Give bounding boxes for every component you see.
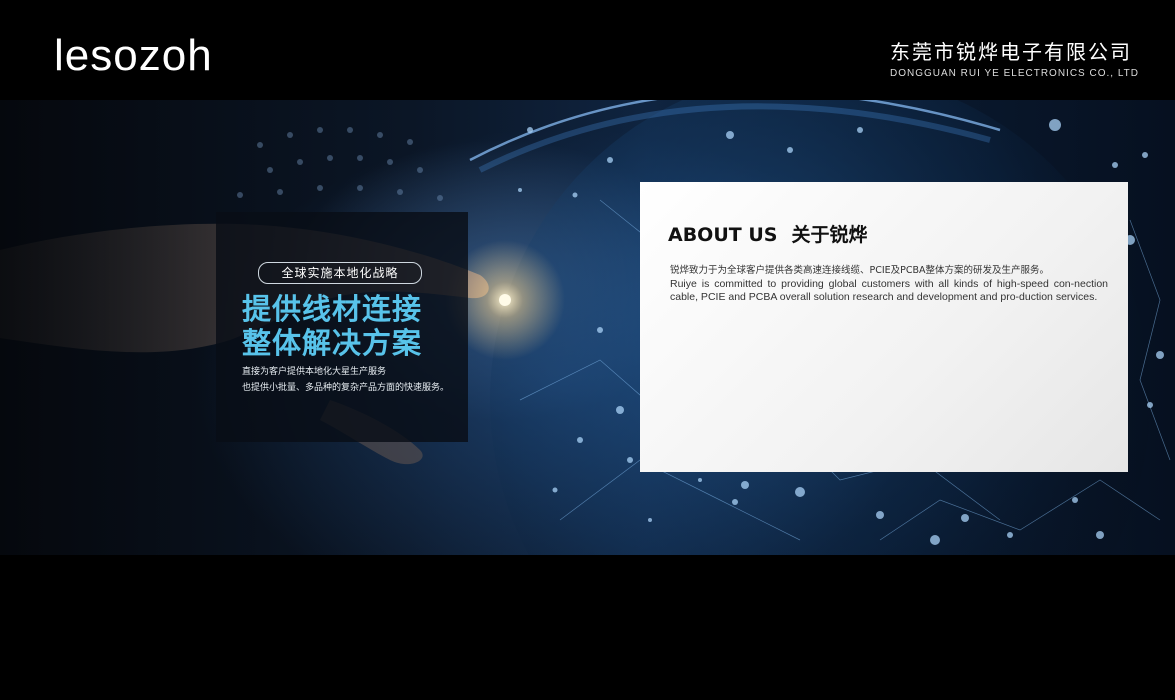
about-us-card: ABOUT US 关于锐烨 锐烨致力于为全球客户提供各类高速连接线缆、PCIE及P…	[640, 182, 1128, 472]
hero-headline-line1: 提供线材连接	[242, 292, 423, 326]
hero-headline: 提供线材连接 整体解决方案	[242, 292, 422, 360]
strategy-panel: 全球实施本地化战略 提供线材连接 整体解决方案 直接为客户提供本地化大星生产服务…	[216, 212, 468, 442]
about-us-text-cn: 锐烨致力于为全球客户提供各类高速连接线缆、PCIE及PCBA整体方案的研发及生产…	[670, 265, 1050, 276]
hero-description-line2: 也提供小批量、多品种的复杂产品方面的快速服务。	[242, 383, 450, 393]
about-us-text-en: Ruiye is committed to providing global c…	[670, 278, 1108, 303]
strategy-tagline: 全球实施本地化战略	[258, 262, 422, 284]
hero-banner: 全球实施本地化战略 提供线材连接 整体解决方案 直接为客户提供本地化大星生产服务…	[0, 100, 1175, 555]
about-us-title-cn: 关于锐烨	[791, 224, 868, 246]
hero-description-line1: 直接为客户提供本地化大星生产服务	[242, 367, 387, 377]
company-name: 东莞市锐烨电子有限公司 DONGGUAN RUI YE ELECTRONICS …	[890, 40, 1139, 79]
company-name-cn: 东莞市锐烨电子有限公司	[890, 40, 1132, 64]
about-us-title: ABOUT US 关于锐烨	[668, 220, 867, 247]
about-us-title-en: ABOUT US	[668, 224, 778, 246]
brand-logo[interactable]: lesozoh	[54, 34, 213, 78]
hero-headline-line2: 整体解决方案	[242, 326, 423, 360]
page: lesozoh 东莞市锐烨电子有限公司 DONGGUAN RUI YE ELEC…	[0, 0, 1175, 700]
company-name-en: DONGGUAN RUI YE ELECTRONICS CO., LTD	[890, 68, 1139, 79]
hero-description: 直接为客户提供本地化大星生产服务 也提供小批量、多品种的复杂产品方面的快速服务。	[242, 364, 449, 396]
